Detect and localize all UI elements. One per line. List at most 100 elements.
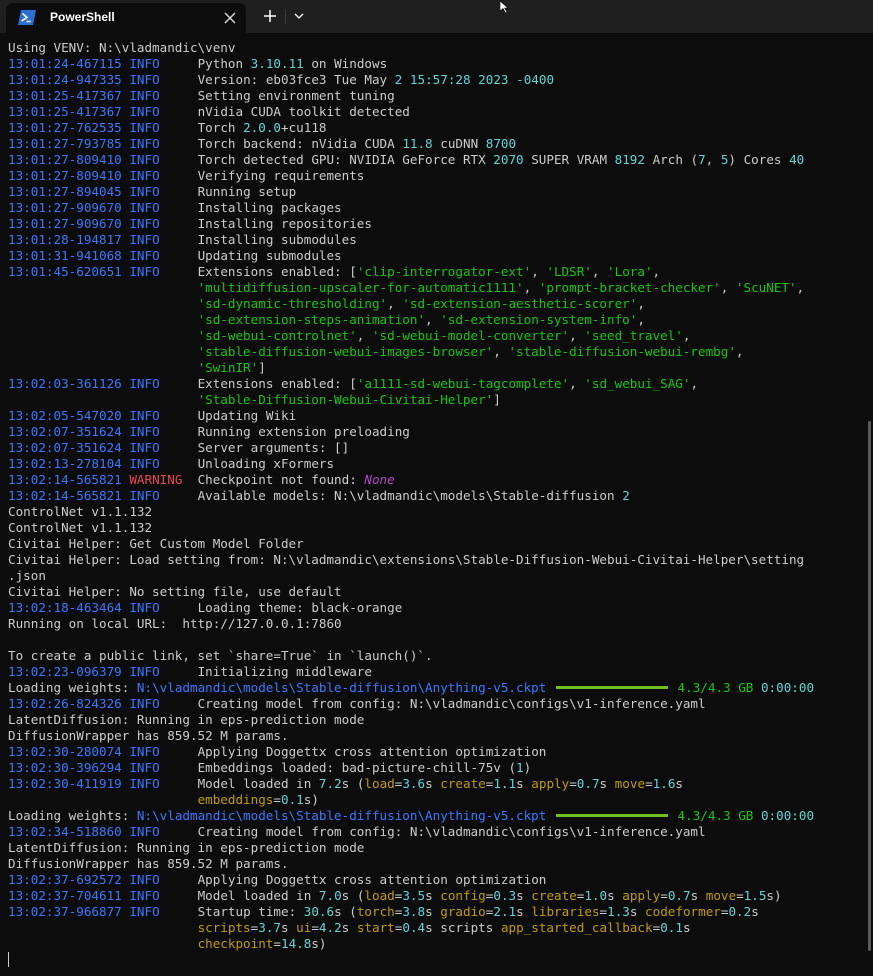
mouse-pointer-icon xyxy=(499,0,510,14)
log-text: 7 xyxy=(698,152,706,167)
log-text: 0.1 xyxy=(660,920,683,935)
log-text: 4.2 xyxy=(318,920,342,935)
log-text: s xyxy=(425,904,441,919)
terminal-line: LatentDiffusion: Running in eps-predicti… xyxy=(8,712,814,728)
terminal-line: 13:02:05-547020 INFO Updating Wiki xyxy=(8,408,814,424)
log-text: To create a public link, set `share=True… xyxy=(8,648,433,663)
terminal-output[interactable]: Using VENV: N:\vladmandic\venv 13:01:24-4… xyxy=(0,33,873,976)
log-text: = xyxy=(736,888,744,903)
plus-icon[interactable] xyxy=(258,5,282,27)
log-text: s ( xyxy=(341,888,365,903)
log-text: 2 xyxy=(622,488,630,503)
log-timestamp: 13:02:05-547020 xyxy=(8,408,122,423)
terminal-line: To create a public link, set `share=True… xyxy=(8,648,814,664)
close-icon[interactable] xyxy=(220,8,240,28)
log-text: 'a1111-sd-webui-tagcomplete' xyxy=(356,376,570,391)
terminal-line: 13:01:45-620651 INFO Extensions enabled:… xyxy=(8,264,814,280)
log-text: 0.3 xyxy=(493,888,517,903)
log-text: ) Cores xyxy=(728,152,790,167)
log-text: s xyxy=(341,920,357,935)
log-text: 'multidiffusion-upscaler-for-automatic11… xyxy=(197,280,524,295)
log-text: s xyxy=(516,888,532,903)
chevron-down-icon[interactable] xyxy=(289,5,309,27)
log-text: = xyxy=(273,936,281,951)
log-text: Version: eb03fce3 Tue May xyxy=(159,72,395,87)
log-text: , xyxy=(682,328,691,343)
log-text: s) xyxy=(303,792,319,807)
log-text: N:\vladmandic\models\Stable-diffusion\An… xyxy=(136,808,547,823)
log-level: WARNING xyxy=(129,472,183,487)
log-text: load xyxy=(364,888,395,903)
log-level: INFO xyxy=(129,120,160,135)
log-level: INFO xyxy=(129,232,160,247)
log-text: Checkpoint not found: xyxy=(182,472,365,487)
log-text: , xyxy=(652,264,661,279)
log-timestamp: 13:02:26-824326 xyxy=(8,696,122,711)
terminal-line: 'sd-webui-controlnet', 'sd-webui-model-c… xyxy=(8,328,814,344)
terminal-line: 13:02:34-518860 INFO Creating model from… xyxy=(8,824,814,840)
terminal-line: 13:01:27-909670 INFO Installing reposito… xyxy=(8,216,814,232)
log-text: 'sd-extension-steps-animation' xyxy=(197,312,426,327)
log-text: Model loaded in xyxy=(159,888,319,903)
tab-powershell[interactable]: PowerShell xyxy=(6,3,246,33)
log-text: 2070 xyxy=(493,152,524,167)
terminal-line: ControlNet v1.1.132 xyxy=(8,520,814,536)
log-text: LatentDiffusion: Running in eps-predicti… xyxy=(8,712,365,727)
scrollbar-thumb[interactable] xyxy=(868,421,871,951)
log-text: , xyxy=(720,280,736,295)
log-level: INFO xyxy=(129,696,160,711)
log-text: apply xyxy=(622,888,661,903)
log-text: 'sd-dynamic-thresholding' xyxy=(197,296,388,311)
log-text: 2023 xyxy=(478,72,509,87)
terminal-line: 'SwinIR'] xyxy=(8,360,814,376)
log-timestamp: 13:01:27-762535 xyxy=(8,120,122,135)
terminal-line: 13:02:14-565821 WARNING Checkpoint not f… xyxy=(8,472,814,488)
tab-divider xyxy=(285,9,286,24)
log-text: start xyxy=(356,920,395,935)
log-text: apply xyxy=(531,776,570,791)
log-text: = xyxy=(660,888,668,903)
terminal-line: 13:01:31-941068 INFO Updating submodules xyxy=(8,248,814,264)
log-text: 40 xyxy=(789,152,805,167)
terminal-line: .json xyxy=(8,568,814,584)
log-text: , xyxy=(690,376,699,391)
log-text: Torch detected GPU: NVIDIA GeForce RTX xyxy=(159,152,494,167)
log-text: , xyxy=(356,328,372,343)
log-text: s xyxy=(751,904,759,919)
log-text: , xyxy=(523,280,539,295)
log-text: , xyxy=(425,312,441,327)
terminal-line: 13:02:14-565821 INFO Available models: N… xyxy=(8,488,814,504)
log-text: s xyxy=(607,888,623,903)
title-bar: PowerShell xyxy=(0,0,873,33)
terminal-line: 'sd-extension-steps-animation', 'sd-exte… xyxy=(8,312,814,328)
log-level: INFO xyxy=(129,440,160,455)
log-level: INFO xyxy=(129,136,160,151)
terminal-line: scripts=3.7s ui=4.2s start=0.4s scripts … xyxy=(8,920,814,936)
log-text: Extensions enabled: [ xyxy=(159,376,357,391)
log-level: INFO xyxy=(129,664,160,679)
log-level: INFO xyxy=(129,408,160,423)
log-timestamp: 13:01:27-909670 xyxy=(8,200,122,215)
terminal-lines: Using VENV: N:\vladmandic\venv 13:01:24-4… xyxy=(8,40,814,952)
log-text: s) xyxy=(766,888,782,903)
text-cursor xyxy=(8,952,9,967)
log-text: 0:00:00 xyxy=(760,680,815,695)
log-text: 'Lora' xyxy=(607,264,653,279)
log-timestamp: 13:02:34-518860 xyxy=(8,824,122,839)
log-level: INFO xyxy=(129,216,160,231)
log-level: INFO xyxy=(129,760,160,775)
log-timestamp: 13:01:28-194817 xyxy=(8,232,122,247)
log-timestamp: 13:02:37-692572 xyxy=(8,872,122,887)
terminal-line: 13:01:25-417367 INFO Setting environment… xyxy=(8,88,814,104)
log-timestamp: 13:01:27-809410 xyxy=(8,168,122,183)
log-level: INFO xyxy=(129,888,160,903)
terminal-line: Civitai Helper: No setting file, use def… xyxy=(8,584,814,600)
